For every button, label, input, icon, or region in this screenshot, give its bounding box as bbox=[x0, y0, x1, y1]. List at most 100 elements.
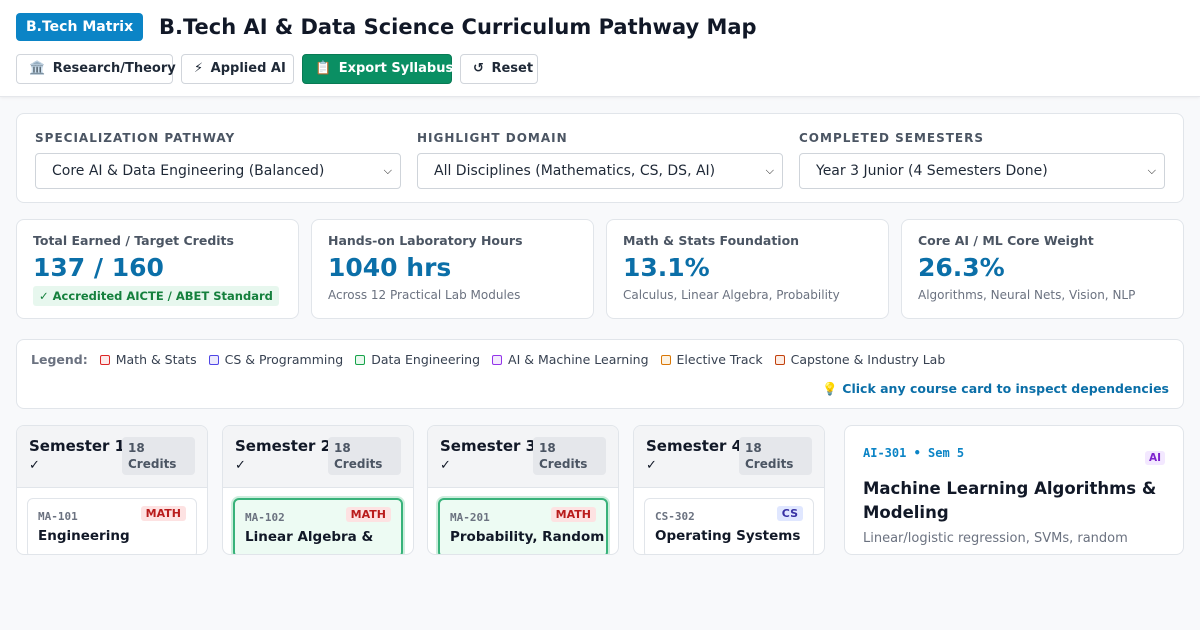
legend-swatch bbox=[492, 354, 503, 365]
stat-label: Total Earned / Target Credits bbox=[33, 233, 234, 248]
course-name: Engineering bbox=[38, 528, 130, 544]
domain-select[interactable]: All Disciplines (Mathematics, CS, DS, AI… bbox=[417, 153, 783, 189]
course-code: MA-101 bbox=[38, 510, 78, 523]
check-icon: ✓ bbox=[29, 458, 40, 473]
specialization-filter: SPECIALIZATION PATHWAY Core AI & Data En… bbox=[35, 130, 401, 189]
semester-column: Semester 1 ✓ 18 Credits MA-101 MATH Engi… bbox=[16, 425, 208, 555]
domain-value: All Disciplines (Mathematics, CS, DS, AI… bbox=[434, 163, 716, 179]
semester-title: Semester 3 bbox=[440, 437, 537, 455]
check-icon: ✓ bbox=[235, 458, 246, 473]
stat-value: 13.1% bbox=[623, 253, 710, 282]
detail-course-code: AI-301 • Sem 5 bbox=[863, 446, 965, 460]
research-theory-button[interactable]: 🏛️ Research/Theory bbox=[16, 54, 176, 84]
semester-credits-badge: 18 Credits bbox=[739, 437, 812, 475]
course-card[interactable]: MA-102 MATH Linear Algebra & bbox=[233, 498, 403, 554]
legend-hint: 💡 Click any course card to inspect depen… bbox=[822, 381, 1169, 396]
course-code: MA-102 bbox=[245, 511, 285, 524]
legend-label: Math & Stats bbox=[115, 352, 197, 367]
legend-item: CS & Programming bbox=[208, 352, 344, 367]
legend-swatch bbox=[355, 354, 366, 365]
course-card[interactable]: MA-101 MATH Engineering bbox=[27, 498, 197, 554]
stat-value: 137 / 160 bbox=[33, 253, 164, 282]
check-icon: ✓ bbox=[646, 458, 657, 473]
stat-subtext: Algorithms, Neural Nets, Vision, NLP bbox=[918, 288, 1136, 302]
legend-label: CS & Programming bbox=[224, 352, 344, 367]
course-detail-panel: AI-301 • Sem 5 AI Machine Learning Algor… bbox=[844, 425, 1184, 555]
legend-item: Data Engineering bbox=[355, 352, 480, 367]
top-toolbar: B.Tech Matrix B.Tech AI & Data Science C… bbox=[0, 0, 1200, 97]
detail-course-description: Linear/logistic regression, SVMs, random bbox=[863, 531, 1128, 546]
stat-subtext: Calculus, Linear Algebra, Probability bbox=[623, 288, 840, 302]
reset-button[interactable]: ↺ Reset bbox=[460, 54, 538, 84]
reset-icon: ↺ bbox=[473, 61, 484, 76]
clipboard-icon: 📋 bbox=[315, 61, 332, 76]
domain-filter: HIGHLIGHT DOMAIN All Disciplines (Mathem… bbox=[417, 130, 783, 189]
semester-header: Semester 1 ✓ 18 Credits bbox=[17, 426, 207, 488]
legend-swatch bbox=[660, 354, 671, 365]
filter-panel: SPECIALIZATION PATHWAY Core AI & Data En… bbox=[16, 113, 1184, 203]
legend-panel: Legend: Math & Stats CS & Programming Data… bbox=[16, 339, 1184, 409]
course-card[interactable]: MA-201 MATH Probability, Random bbox=[438, 498, 608, 554]
domain-label: HIGHLIGHT DOMAIN bbox=[417, 131, 568, 145]
semester-header: Semester 3 ✓ 18 Credits bbox=[428, 426, 618, 488]
check-icon: ✓ bbox=[440, 458, 451, 473]
legend-swatch bbox=[208, 354, 219, 365]
semester-credits-badge: 18 Credits bbox=[122, 437, 195, 475]
specialization-select[interactable]: Core AI & Data Engineering (Balanced) ⌵ bbox=[35, 153, 401, 189]
semesters-label: COMPLETED SEMESTERS bbox=[799, 131, 984, 145]
detail-course-title: Machine Learning Algorithms & Modeling bbox=[863, 479, 1157, 522]
accreditation-badge: ✓ Accredited AICTE / ABET Standard bbox=[33, 286, 279, 306]
domain-tag: MATH bbox=[345, 507, 391, 522]
stat-value: 1040 hrs bbox=[328, 253, 452, 282]
reset-label: Reset bbox=[491, 61, 534, 76]
semester-column: Semester 3 ✓ 18 Credits MA-201 MATH Prob… bbox=[427, 425, 619, 555]
semester-title: Semester 4 bbox=[646, 437, 743, 455]
course-code: CS-302 bbox=[655, 510, 695, 523]
export-syllabus-button[interactable]: 📋 Export Syllabus bbox=[302, 54, 454, 84]
legend-item: AI & Machine Learning bbox=[492, 352, 649, 367]
semester-title: Semester 1 bbox=[29, 437, 126, 455]
page-title: B.Tech AI & Data Science Curriculum Path… bbox=[159, 15, 757, 39]
domain-tag: CS bbox=[776, 506, 803, 521]
stat-subtext: Across 12 Practical Lab Modules bbox=[328, 288, 521, 302]
stat-label: Hands-on Laboratory Hours bbox=[328, 233, 523, 248]
semester-credits-badge: 18 Credits bbox=[533, 437, 606, 475]
course-card[interactable]: CS-302 CS Operating Systems bbox=[644, 498, 814, 554]
chevron-down-icon: ⌵ bbox=[765, 164, 774, 177]
brand-badge: B.Tech Matrix bbox=[16, 13, 144, 41]
stat-label: Core AI / ML Core Weight bbox=[918, 233, 1094, 248]
course-name: Operating Systems bbox=[655, 528, 801, 544]
chevron-down-icon: ⌵ bbox=[383, 164, 392, 177]
applied-ai-button[interactable]: ⚡ Applied AI bbox=[181, 54, 294, 84]
legend-label: Capstone & Industry Lab bbox=[790, 352, 946, 367]
legend-row: Legend: Math & Stats CS & Programming Data… bbox=[31, 352, 957, 367]
semesters-select[interactable]: Year 3 Junior (4 Semesters Done) ⌵ bbox=[799, 153, 1165, 189]
semester-column: Semester 2 ✓ 18 Credits MA-102 MATH Line… bbox=[222, 425, 414, 555]
legend-item: Elective Track bbox=[660, 352, 763, 367]
specialization-label: SPECIALIZATION PATHWAY bbox=[35, 131, 236, 145]
credits-stat-card: Total Earned / Target Credits 137 / 160 … bbox=[16, 219, 299, 319]
stat-label: Math & Stats Foundation bbox=[623, 233, 800, 248]
research-theory-label: Research/Theory bbox=[52, 61, 176, 76]
stat-value: 26.3% bbox=[918, 253, 1005, 282]
legend-label: AI & Machine Learning bbox=[508, 352, 649, 367]
ai-core-weight-stat-card: Core AI / ML Core Weight 26.3% Algorithm… bbox=[901, 219, 1184, 319]
domain-tag: MATH bbox=[140, 506, 186, 521]
semesters-value: Year 3 Junior (4 Semesters Done) bbox=[816, 163, 1048, 179]
legend-title: Legend: bbox=[31, 352, 88, 367]
export-syllabus-label: Export Syllabus bbox=[338, 61, 454, 76]
legend-label: Data Engineering bbox=[371, 352, 481, 367]
semester-header: Semester 4 ✓ 18 Credits bbox=[634, 426, 824, 488]
course-name: Probability, Random bbox=[450, 529, 605, 545]
legend-item: Math & Stats bbox=[99, 352, 197, 367]
domain-tag: AI bbox=[1144, 451, 1165, 465]
domain-tag: MATH bbox=[550, 507, 596, 522]
legend-swatch bbox=[774, 354, 785, 365]
legend-swatch bbox=[99, 354, 110, 365]
lightning-icon: ⚡ bbox=[194, 61, 204, 76]
classical-building-icon: 🏛️ bbox=[29, 61, 46, 76]
legend-label: Elective Track bbox=[676, 352, 763, 367]
semester-credits-badge: 18 Credits bbox=[328, 437, 401, 475]
applied-ai-label: Applied AI bbox=[210, 61, 286, 76]
specialization-value: Core AI & Data Engineering (Balanced) bbox=[52, 163, 325, 179]
